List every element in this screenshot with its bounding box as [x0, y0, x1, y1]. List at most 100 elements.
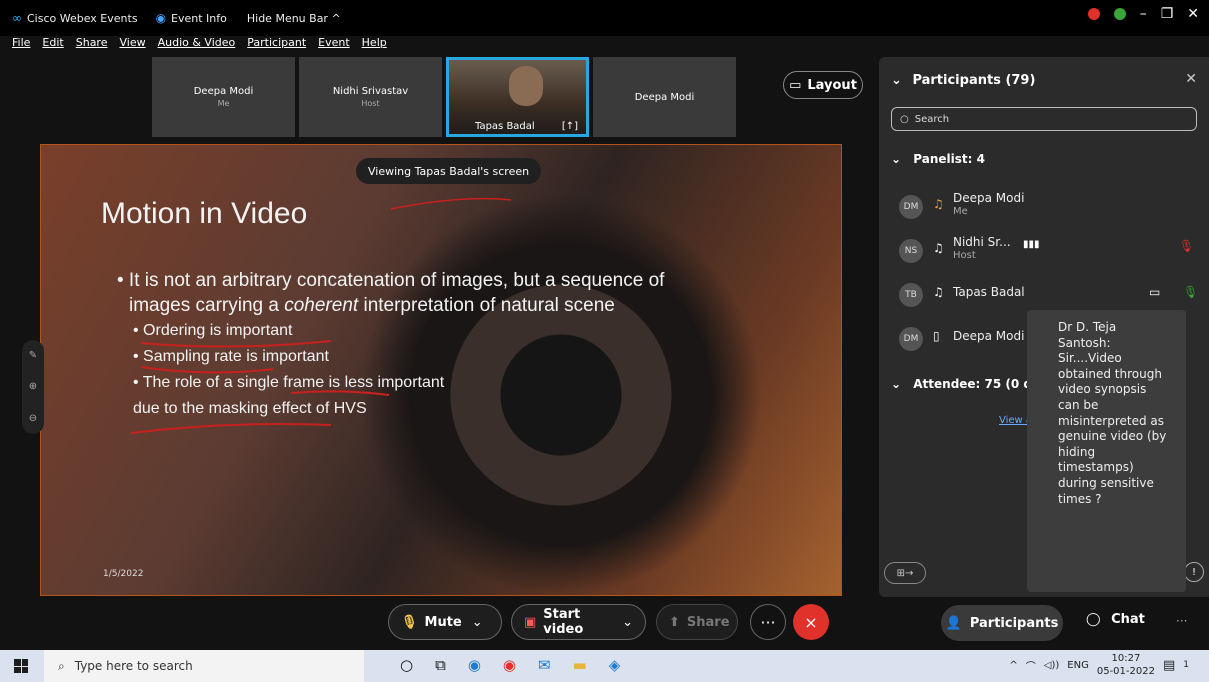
cortana-icon[interactable]: ○	[400, 656, 413, 674]
menu-audio-video[interactable]: Audio & Video	[158, 36, 236, 56]
participant-row[interactable]: NS ♫ Nidhi Sr... Host ▮▮▮ 🎙	[893, 233, 1194, 269]
panel-title[interactable]: ⌄ Participants (79)	[891, 73, 1035, 88]
menu-bar: File Edit Share View Audio & Video Parti…	[0, 36, 387, 56]
webex-window: ∞ Cisco Webex Events ◉ Event Info Hide M…	[0, 0, 1209, 682]
chrome-icon[interactable]: ◉	[503, 656, 516, 674]
share-button[interactable]: ⬆ Share	[656, 604, 738, 640]
menu-share[interactable]: Share	[76, 36, 108, 56]
network-status-icon[interactable]	[1113, 8, 1126, 20]
file-explorer-icon[interactable]: ▬	[573, 656, 587, 674]
recording-indicator-icon[interactable]	[1087, 8, 1100, 20]
chat-label: Chat	[1111, 612, 1145, 627]
avatar: NS	[899, 239, 923, 263]
headset-icon: ♫	[933, 285, 944, 299]
close-icon[interactable]: ✕	[1185, 71, 1197, 87]
clock[interactable]: 10:27 05-01-2022	[1097, 652, 1155, 678]
menu-file[interactable]: File	[12, 36, 30, 56]
speaker-video-image	[509, 66, 543, 106]
participant-role: Me	[953, 206, 968, 217]
chevron-down-icon: ⌄	[891, 377, 902, 391]
layout-label: Layout	[807, 77, 857, 93]
notification-icon[interactable]: ▤	[1163, 658, 1175, 673]
video-tile[interactable]: Nidhi Srivastav Host	[299, 57, 442, 137]
mute-button[interactable]: 🎙 Mute ⌄	[388, 604, 502, 640]
zoom-out-icon[interactable]: ⊖	[29, 413, 37, 424]
participants-button[interactable]: 👤 Participants	[941, 605, 1063, 641]
participant-role: Host	[953, 250, 976, 261]
chevron-down-icon[interactable]: ⌄	[472, 615, 483, 630]
event-info-label: Event Info	[171, 11, 227, 25]
minimize-icon[interactable]: –	[1140, 6, 1147, 22]
chat-icon: ◯	[1086, 612, 1101, 627]
tile-sub: Host	[361, 99, 380, 108]
panelist-group-header[interactable]: ⌄ Panelist: 4	[891, 152, 985, 166]
tile-name: Deepa Modi	[193, 86, 254, 97]
start-video-button[interactable]: ▣ Start video ⌄	[511, 604, 646, 640]
microphone-icon: 🎙	[401, 614, 418, 630]
attendee-group-header[interactable]: ⌄ Attendee: 75 (0 di	[891, 377, 1036, 391]
language-indicator[interactable]: ENG	[1067, 660, 1089, 671]
mail-icon[interactable]: ✉	[538, 656, 551, 674]
close-icon[interactable]: ✕	[1187, 6, 1199, 22]
webex-taskbar-icon[interactable]: ◈	[609, 656, 621, 674]
mic-active-icon[interactable]: 🎙	[1183, 285, 1198, 299]
annotate-icon[interactable]: ✎	[29, 350, 37, 361]
menu-help[interactable]: Help	[362, 36, 387, 56]
restore-icon[interactable]: ❐	[1161, 6, 1174, 22]
move-to-stage-button[interactable]: ⊞→	[884, 562, 926, 584]
hide-menu-bar-label: Hide Menu Bar ^	[246, 11, 341, 25]
share-label: Share	[686, 614, 730, 630]
audio-level-icon: ▮▮▮	[1023, 239, 1040, 250]
avatar: DM	[899, 195, 923, 219]
menu-view[interactable]: View	[119, 36, 145, 56]
taskbar-apps: ○ ⧉ ◉ ◉ ✉ ▬ ◈	[400, 656, 620, 674]
video-tile[interactable]: Deepa Modi	[593, 57, 736, 137]
active-speaker-tile[interactable]: Tapas Badal [↑]	[446, 57, 589, 137]
taskbar-search-placeholder: Type here to search	[74, 659, 193, 673]
avatar: TB	[899, 283, 923, 307]
window-controls: – ❐ ✕	[1087, 6, 1199, 22]
participant-row[interactable]: DM ♫ Deepa Modi Me	[893, 189, 1193, 225]
mic-muted-icon[interactable]: 🎙	[1179, 239, 1194, 253]
attendee-group-label: Attendee: 75 (0 di	[913, 377, 1037, 391]
edge-icon[interactable]: ◉	[468, 656, 481, 674]
chat-button[interactable]: ◯ Chat	[1086, 612, 1145, 627]
chat-tooltip: Dr D. Teja Santosh: Sir....Video obtaine…	[1027, 310, 1186, 592]
chat-tooltip-text: Dr D. Teja Santosh: Sir....Video obtaine…	[1058, 320, 1167, 506]
participants-icon: 👤	[945, 615, 962, 631]
webex-logo-icon: ∞	[12, 11, 22, 25]
title-bar: ∞ Cisco Webex Events ◉ Event Info Hide M…	[0, 0, 1209, 36]
menu-participant[interactable]: Participant	[247, 36, 306, 56]
chevron-down-icon: ⌄	[891, 73, 902, 88]
layout-button[interactable]: ▭ Layout	[783, 71, 863, 99]
participant-name: Nidhi Sr...	[953, 235, 1011, 249]
viewing-screen-banner: Viewing Tapas Badal's screen	[356, 158, 542, 184]
volume-icon[interactable]: ◁))	[1044, 660, 1060, 671]
task-view-icon[interactable]: ⧉	[435, 656, 446, 674]
phone-icon: ▯	[933, 329, 940, 343]
info-icon[interactable]: !	[1184, 562, 1204, 582]
menu-edit[interactable]: Edit	[42, 36, 63, 56]
wifi-icon[interactable]: ⌒	[1026, 658, 1036, 673]
participant-row[interactable]: TB ♫ Tapas Badal ▭ 🎙	[893, 277, 1198, 313]
search-input[interactable]: ○ Search	[891, 107, 1197, 131]
tile-sub: Me	[217, 99, 230, 108]
tile-name: Nidhi Srivastav	[332, 86, 409, 97]
video-tile[interactable]: Deepa Modi Me	[152, 57, 295, 137]
tile-name: Deepa Modi	[634, 91, 695, 103]
sharing-icon: [↑]	[561, 121, 578, 132]
share-icon: ⬆	[669, 614, 680, 630]
annotation-ink	[130, 197, 512, 434]
leave-button[interactable]: ×	[793, 604, 829, 640]
windows-start-icon[interactable]	[14, 659, 28, 673]
more-options-button[interactable]: ···	[750, 604, 786, 640]
hide-menu-bar-button[interactable]: Hide Menu Bar ^	[247, 12, 341, 25]
notification-count: 1	[1183, 660, 1189, 670]
zoom-in-icon[interactable]: ⊕	[29, 381, 37, 392]
chevron-up-icon[interactable]: ^	[1009, 660, 1017, 671]
menu-event[interactable]: Event	[318, 36, 350, 56]
more-panels-button[interactable]: ···	[1176, 614, 1187, 628]
taskbar-search-input[interactable]: ⌕ Type here to search	[44, 650, 364, 682]
event-info-button[interactable]: ◉ Event Info	[156, 11, 227, 25]
chevron-down-icon[interactable]: ⌄	[622, 615, 633, 630]
